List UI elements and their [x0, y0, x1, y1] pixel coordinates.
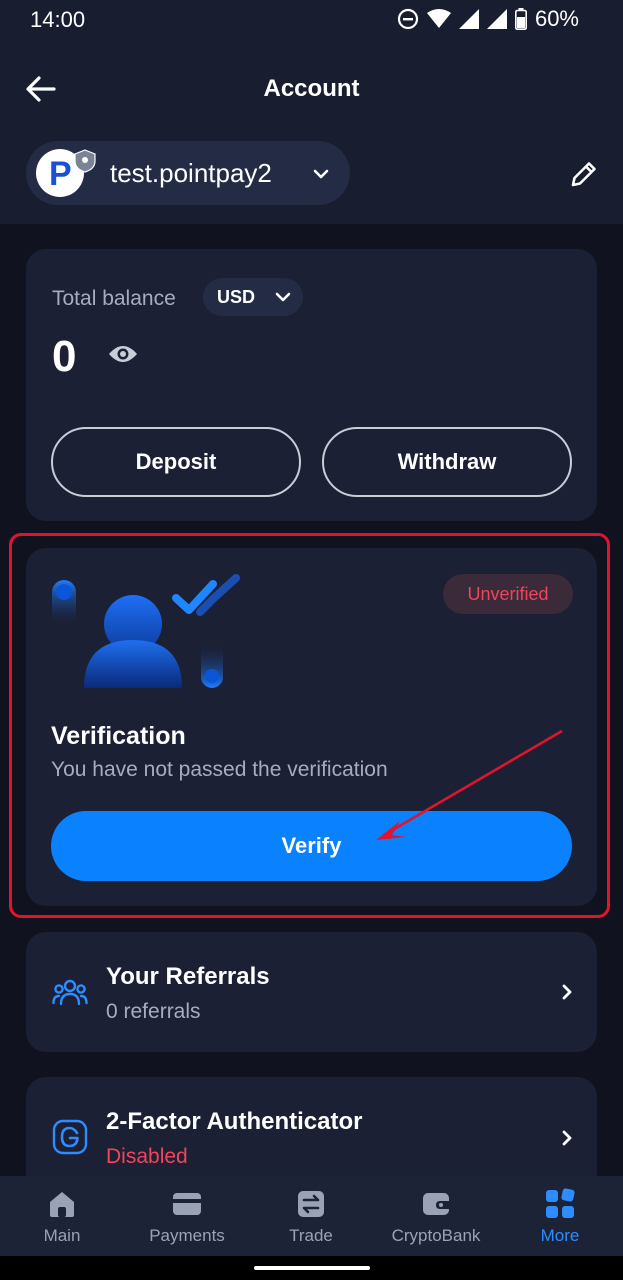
nav-label: Main — [43, 1226, 81, 1245]
gesture-navigation-bar — [0, 1256, 623, 1280]
balance-label: Total balance — [52, 287, 176, 310]
currency-selector[interactable]: USD — [203, 278, 303, 316]
signal-icon — [458, 9, 479, 29]
nav-label: More — [540, 1226, 580, 1245]
nav-trade[interactable]: Trade — [249, 1176, 373, 1256]
nav-cryptobank[interactable]: CryptoBank — [374, 1176, 498, 1256]
bottom-navigation: Main Payments Trade CryptoBank More — [0, 1176, 623, 1256]
annotation-arrow-icon — [376, 729, 563, 840]
do-not-disturb-icon — [397, 8, 419, 30]
status-bar: 14:00 60% — [0, 0, 623, 38]
nav-label: CryptoBank — [391, 1226, 481, 1245]
pencil-icon[interactable] — [568, 158, 600, 190]
account-name: test.pointpay2 — [110, 158, 272, 188]
nav-more[interactable]: More — [498, 1176, 622, 1256]
battery-percent: 60% — [534, 6, 579, 31]
users-icon — [52, 979, 88, 1006]
referrals-item[interactable]: Your Referrals 0 referrals — [26, 932, 597, 1052]
status-icons: 60% — [397, 6, 579, 32]
referrals-title: Your Referrals — [106, 963, 270, 990]
home-gesture-handle[interactable] — [254, 1266, 370, 1270]
battery-icon — [514, 8, 527, 30]
referrals-count: 0 referrals — [106, 1000, 201, 1023]
home-icon — [50, 1192, 74, 1217]
grid-icon — [546, 1188, 575, 1218]
google-authenticator-icon — [52, 1119, 88, 1155]
nav-label: Trade — [289, 1226, 333, 1245]
account-switcher[interactable]: P test.pointpay2 — [26, 141, 350, 205]
two-factor-status: Disabled — [106, 1145, 188, 1168]
chevron-right-icon — [562, 1130, 572, 1146]
nav-payments[interactable]: Payments — [125, 1176, 249, 1256]
balance-card: Total balance USD 0 Deposit Withdraw — [26, 249, 597, 521]
signal-icon-secondary — [486, 9, 507, 29]
eye-icon[interactable] — [108, 344, 138, 364]
wifi-icon — [426, 9, 451, 28]
two-factor-title: 2-Factor Authenticator — [106, 1108, 363, 1135]
currency-label: USD — [217, 287, 256, 307]
chevron-down-icon — [275, 292, 291, 302]
withdraw-button[interactable]: Withdraw — [322, 427, 572, 497]
chevron-right-icon — [562, 984, 572, 1000]
chevron-down-icon — [313, 169, 329, 179]
two-factor-item[interactable]: 2-Factor Authenticator Disabled — [26, 1077, 597, 1187]
deposit-button[interactable]: Deposit — [51, 427, 301, 497]
avatar-letter: P — [49, 155, 72, 193]
status-time: 14:00 — [30, 7, 86, 32]
exchange-icon — [298, 1191, 324, 1217]
wallet-icon — [423, 1193, 449, 1215]
shield-badge-icon — [74, 149, 96, 173]
nav-label: Payments — [149, 1226, 225, 1245]
nav-main[interactable]: Main — [0, 1176, 124, 1256]
card-icon — [173, 1193, 201, 1215]
page-title: Account — [263, 75, 360, 102]
balance-value: 0 — [52, 332, 77, 381]
